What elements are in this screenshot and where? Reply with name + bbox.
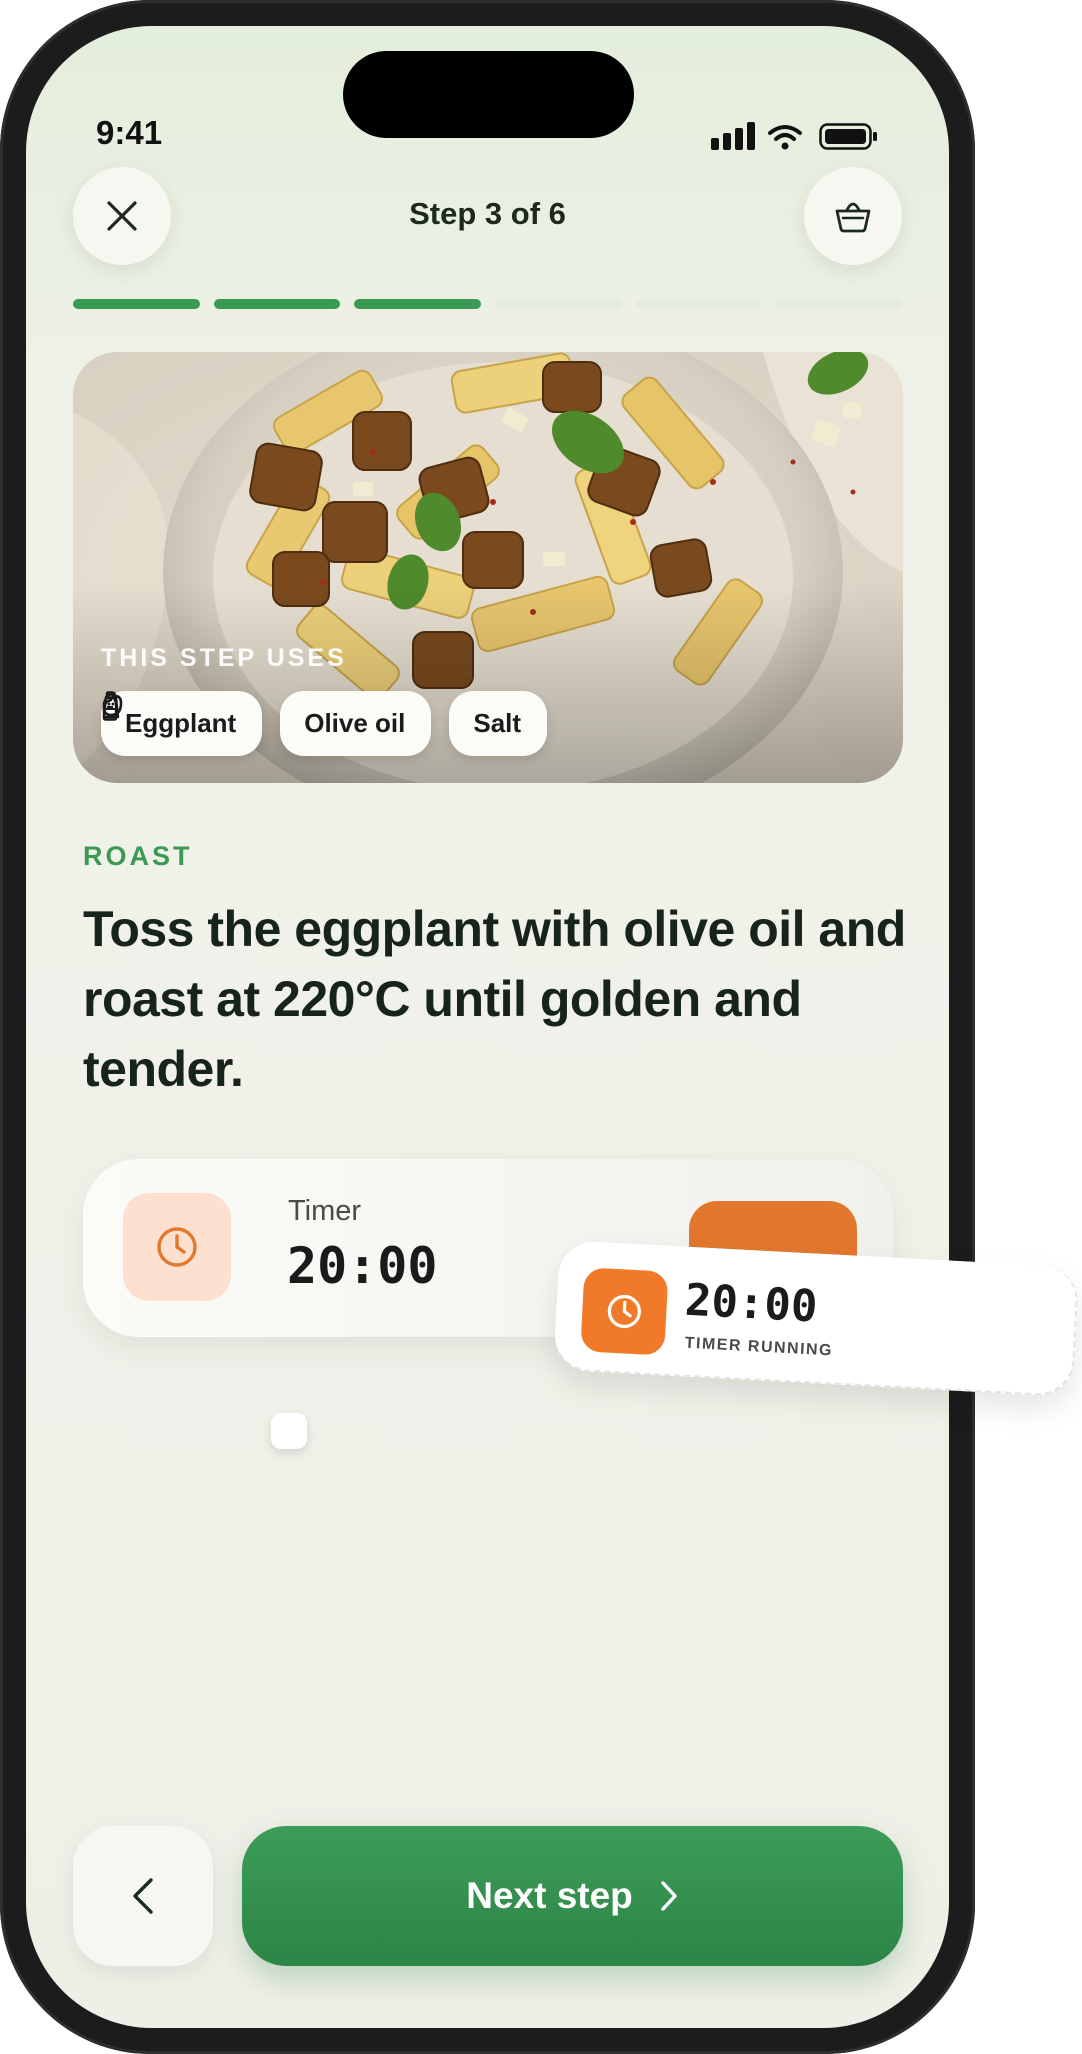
next-step-button[interactable]: Next step [242,1826,903,1966]
salt-shaker-icon [102,693,120,719]
step-category: ROAST [83,841,193,871]
clock-icon [157,1227,197,1267]
timer-icon-box [123,1193,231,1301]
ingredient-chip-olive-oil[interactable]: Olive oil [102,691,432,756]
step-instruction: Toss the eggplant with olive oil and roa… [83,901,906,1097]
floating-timer-icon-box [580,1267,669,1356]
phone-frame: 9:41 Step 3 of 6 THIS STEP USES Eggplant… [0,0,975,2054]
ingredient-chip-eggplant[interactable]: Eggplant [101,691,263,756]
progress-segment [776,299,904,309]
chip-label: Salt [473,708,522,738]
basket-icon [835,202,871,233]
floating-timer-value: 20:00 [683,1274,819,1333]
progress-segment [495,299,622,309]
next-step-label: Next step [466,1875,633,1916]
timer-value: 20:00 [287,1237,438,1295]
ingredient-chip-salt[interactable]: Salt [102,691,548,756]
recipe-photo: THIS STEP USES Eggplant Olive oil Salt [73,352,903,783]
dynamic-island [343,51,634,138]
progress-segment [354,299,482,309]
progress-segment [73,299,200,309]
chip-label: Olive oil [304,708,406,738]
floating-timer-status: TIMER RUNNING [684,1334,834,1360]
floating-timer[interactable]: 20:00 TIMER RUNNING [553,1240,1080,1398]
chevron-right-icon [661,1881,677,1911]
app-screen: 9:41 Step 3 of 6 THIS STEP USES Eggplant… [26,26,949,2028]
chevron-left-icon [133,1878,153,1914]
step-progress [73,299,904,311]
step-uses-label: THIS STEP USES [101,644,347,672]
ingredient-chips: Eggplant Olive oil Salt [101,691,548,756]
status-time: 9:41 [96,114,163,151]
drag-handle[interactable] [271,1413,307,1449]
status-icons [709,118,889,158]
progress-segment [213,299,341,309]
basket-button[interactable] [804,167,902,265]
previous-step-button[interactable] [73,1826,213,1966]
progress-segment [635,299,763,309]
battery-icon [819,123,877,150]
timer-label: Timer [288,1195,362,1227]
wifi-icon [768,125,802,150]
chip-label: Eggplant [125,708,237,738]
clock-icon [607,1294,641,1329]
